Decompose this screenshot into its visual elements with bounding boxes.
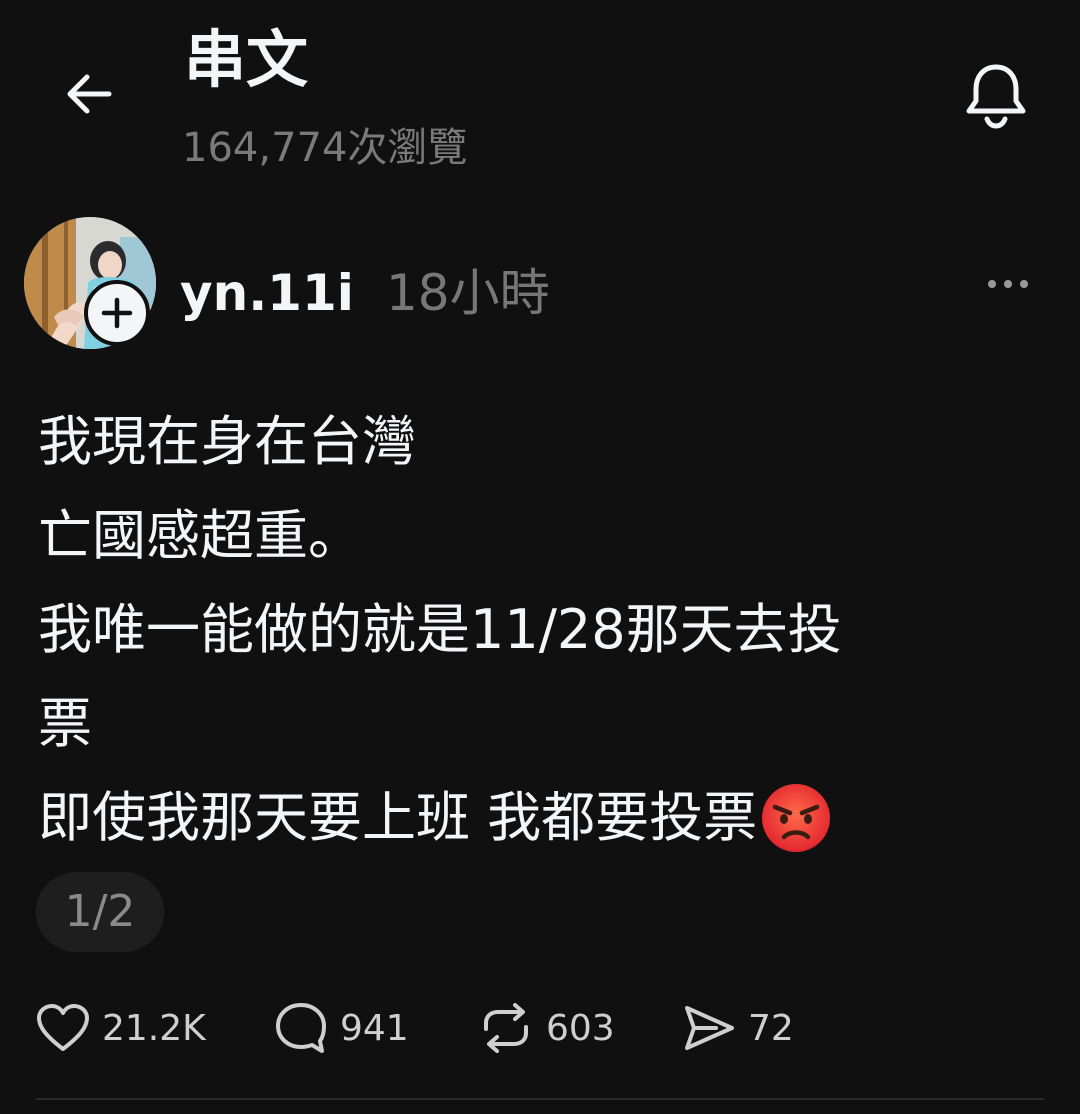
back-arrow-icon [67,74,112,114]
top-bar: 串文 164,774次瀏覽 [0,0,1080,200]
comment-icon [276,1003,326,1053]
post-line-text: 即使我那天要上班 我都要投票 [38,786,758,849]
view-count: 164,774次瀏覽 [182,125,468,171]
send-icon [685,1006,734,1050]
more-horizontal-icon [988,280,1028,288]
post-actions: 21.2K 941 603 72 [36,998,1036,1058]
back-button[interactable] [60,64,120,124]
bell-icon [966,64,1026,129]
post-time: 18小時 [386,264,550,322]
like-button[interactable]: 21.2K [36,998,206,1058]
post-line: 我現在身在台灣 [38,410,416,473]
repost-icon [484,1003,528,1053]
post-line: 我唯一能做的就是11/28那天去投 [38,598,842,661]
comment-count: 941 [340,1007,409,1049]
share-count: 72 [748,1007,794,1049]
plus-icon [101,297,133,329]
more-options-button[interactable] [978,262,1038,306]
post-line-last: 即使我那天要上班 我都要投票 [38,771,1048,865]
heart-icon [37,1004,89,1051]
post-text: 我現在身在台灣 亡國感超重。 我唯一能做的就是11/28那天去投 票 即使我那天… [38,395,1048,865]
notify-button[interactable] [958,58,1034,134]
comment-button[interactable]: 941 [274,998,409,1058]
post-divider [36,1098,1044,1100]
post-line: 亡國感超重。 [38,504,362,567]
author-username[interactable]: yn.11i [180,258,354,328]
image-pagination[interactable]: 1/2 [36,872,164,952]
follow-button[interactable] [84,280,150,346]
angry-face-emoji [762,784,831,852]
repost-count: 603 [546,1007,615,1049]
page-title: 串文 [184,23,309,96]
like-count: 21.2K [102,1007,206,1049]
share-button[interactable]: 72 [682,998,794,1058]
post-line: 票 [38,692,92,755]
repost-button[interactable]: 603 [478,998,615,1058]
